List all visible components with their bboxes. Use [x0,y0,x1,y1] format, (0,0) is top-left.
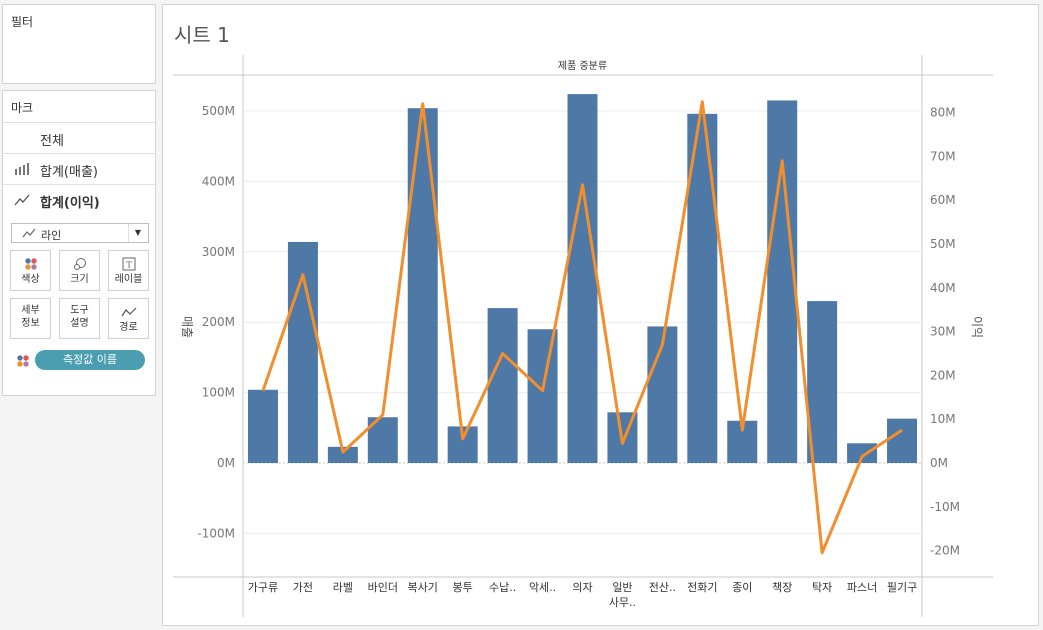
detail-card[interactable]: 세부 정보 [10,298,51,339]
left-axis-title: 매출 [180,316,194,338]
marks-tab-label: 합계(매출) [40,165,98,180]
left-tick-label: 100M [202,386,235,400]
marks-panel: 마크 전체 합계(매출) 합계(이익) 라인 ▼ 색상 크기 T 레이블 세부 … [2,90,156,396]
line-chart-icon [14,193,30,207]
filters-panel[interactable]: 필터 [2,4,156,84]
x-tick-label: 전화기 [687,581,717,594]
card-label: 크기 [70,274,89,285]
line-chart-icon [22,227,36,242]
card-label: 색상 [21,274,40,285]
x-tick-label: 전산.. [649,581,676,594]
column-header: 제품 중분류 [558,60,607,72]
card-label: 경로 [119,322,138,333]
x-tick-label: 라벨 [333,581,353,594]
measure-names-pill[interactable]: 측정값 이름 [35,350,145,370]
sales-bar [527,329,558,463]
x-tick-label: 탁자 [812,581,832,594]
x-tick-label: 바인더 [368,581,398,594]
filters-title: 필터 [11,15,34,29]
color-dots-icon [16,353,30,372]
card-label: 도구 설명 [70,305,89,329]
sales-bar [407,108,438,464]
sales-bar [887,418,918,463]
marks-tab-profit[interactable]: 합계(이익) [3,184,155,215]
x-tick-label: 가전 [293,581,313,594]
marks-tab-label: 전체 [40,134,64,149]
color-dots-icon [11,256,50,272]
x-tick-label: 수납.. [489,581,516,594]
right-tick-label: 80M [930,106,956,120]
right-tick-label: 40M [930,281,956,295]
sheet-view: 시트 1 제품 중분류 -100M 0M 100M 200M 300M 400M 500M -2… [162,4,1039,626]
marks-tab-sales[interactable]: 합계(매출) [3,153,155,184]
path-card[interactable]: 경로 [108,298,149,339]
card-label: 레이블 [114,274,143,285]
x-tick-label: 책장 [772,581,792,594]
x-tick-label: 악세.. [529,581,556,594]
left-tick-label: 400M [202,174,235,188]
card-label: 세부 정보 [21,305,40,329]
sales-bar [767,100,798,463]
left-tick-label: -100M [197,526,235,540]
right-tick-label: 30M [930,325,956,339]
mark-type-value: 라인 [41,229,62,242]
x-tick-label: 봉투 [453,581,473,594]
x-tick-label: 복사기 [408,581,438,594]
left-tick-label: 200M [202,315,235,329]
mark-type-dropdown[interactable]: 라인 ▼ [11,223,149,243]
marks-title: 마크 [11,101,34,115]
chevron-down-icon[interactable]: ▼ [128,224,147,242]
chart: 제품 중분류 -100M 0M 100M 200M 300M 400M 500M -20M -10… [173,55,993,617]
right-tick-label: 50M [930,237,956,251]
marks-tab-all[interactable]: 전체 [3,122,155,153]
path-icon [109,304,148,320]
marks-tab-label: 합계(이익) [40,196,100,211]
x-tick-label: 파스너 [847,581,877,594]
size-icon [60,256,99,272]
x-tick-label: 사무.. [609,596,636,609]
right-tick-label: -10M [930,500,960,514]
right-tick-label: 70M [930,149,956,163]
label-icon: T [109,256,148,272]
right-tick-label: 60M [930,193,956,207]
left-tick-label: 500M [202,104,235,118]
sales-bar [567,94,598,463]
x-tick-label: 가구류 [248,581,278,594]
x-tick-label: 일반 [612,580,632,594]
sales-bar [487,308,518,463]
right-tick-label: 10M [930,412,956,426]
size-card[interactable]: 크기 [59,250,100,291]
bar-chart-icon [14,162,30,176]
svg-text:T: T [126,261,132,270]
right-tick-label: 20M [930,368,956,382]
left-tick-label: 0M [217,456,235,470]
x-tick-label: 종이 [732,581,752,594]
tooltip-card[interactable]: 도구 설명 [59,298,100,339]
label-card[interactable]: T 레이블 [108,250,149,291]
left-tick-label: 300M [202,245,235,259]
x-tick-label: 필기구 [887,581,917,594]
x-tick-label: 의자 [572,581,592,594]
right-axis-title: 이익 [970,316,984,338]
right-tick-label: 0M [930,456,948,470]
right-tick-label: -20M [930,544,960,558]
color-card[interactable]: 색상 [10,250,51,291]
sales-bar [247,389,278,463]
